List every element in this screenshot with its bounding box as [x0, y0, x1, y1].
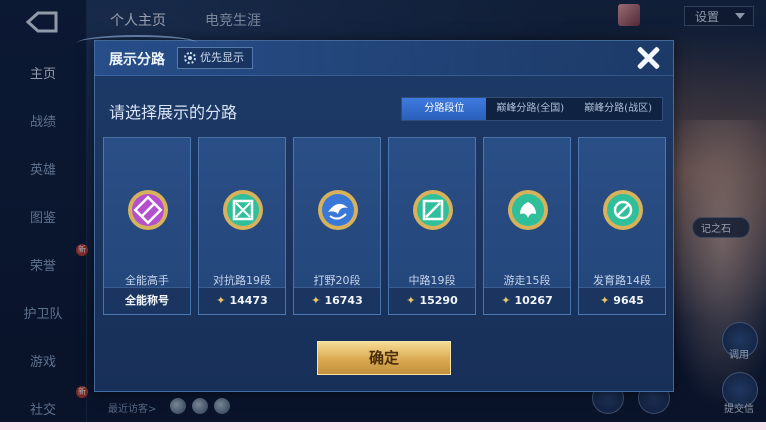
lane-card-mid[interactable]: 中路19段 ✦ 15290: [388, 137, 476, 315]
priority-display-label: 优先显示: [200, 51, 244, 64]
lane-rank-label: 打野20段: [313, 274, 361, 287]
lane-value-text: 16743: [324, 294, 363, 307]
star-icon: ✦: [311, 294, 321, 307]
lane-value: 全能称号: [104, 287, 190, 314]
star-icon: ✦: [216, 294, 226, 307]
lane-value: ✦ 10267: [484, 287, 570, 314]
jungle-emblem-icon: [318, 190, 358, 230]
lane-rank-label: 发育路14段: [593, 274, 651, 287]
lane-rank-label: 全能高手: [125, 274, 169, 287]
modal-subtitle: 请选择展示的分路: [109, 103, 238, 122]
lane-rank-label: 对抗路19段: [213, 274, 271, 287]
roam-emblem-icon: [508, 190, 548, 230]
close-icon[interactable]: [635, 45, 661, 71]
lane-card-all-rounder[interactable]: 全能高手 全能称号: [103, 137, 191, 315]
confirm-button[interactable]: 确定: [317, 341, 451, 375]
modal-title: 展示分路: [109, 52, 165, 68]
lane-value: ✦ 9645: [579, 287, 665, 314]
farm-lane-emblem-icon: [603, 190, 643, 230]
gear-icon: [184, 52, 196, 64]
lane-value-text: 15290: [419, 294, 458, 307]
clash-lane-emblem-icon: [223, 190, 263, 230]
all-rounder-emblem-icon: [128, 190, 168, 230]
lane-value: ✦ 14473: [199, 287, 285, 314]
star-icon: ✦: [501, 294, 511, 307]
star-icon: ✦: [406, 294, 416, 307]
tab-peak-national[interactable]: 巅峰分路(全国): [486, 98, 574, 120]
lane-value-text: 10267: [514, 294, 553, 307]
tab-peak-region[interactable]: 巅峰分路(战区): [574, 98, 662, 120]
lane-value: ✦ 15290: [389, 287, 475, 314]
lane-card-roam[interactable]: 游走15段 ✦ 10267: [483, 137, 571, 315]
lane-value-text: 全能称号: [125, 294, 169, 307]
lane-value: ✦ 16743: [294, 287, 380, 314]
lane-card-clash[interactable]: 对抗路19段 ✦ 14473: [198, 137, 286, 315]
lane-rank-label: 中路19段: [408, 274, 456, 287]
priority-display-button[interactable]: 优先显示: [177, 47, 253, 69]
lane-card-jungle[interactable]: 打野20段 ✦ 16743: [293, 137, 381, 315]
lane-cards: 全能高手 全能称号 对抗路19段 ✦ 14473 打野20段 ✦ 16743 中…: [103, 137, 666, 319]
lane-value-text: 14473: [229, 294, 268, 307]
lane-tabs: 分路段位 巅峰分路(全国) 巅峰分路(战区): [401, 97, 663, 121]
lane-rank-label: 游走15段: [503, 274, 551, 287]
display-lane-modal: 展示分路 优先显示 请选择展示的分路 分路段位 巅峰分路(全国) 巅峰分路(战区…: [77, 35, 674, 392]
tab-lane-rank[interactable]: 分路段位: [402, 98, 487, 120]
bottom-strip: [0, 422, 766, 430]
modal-header: 展示分路 优先显示: [77, 35, 673, 76]
lane-value-text: 9645: [613, 294, 644, 307]
lane-card-farm[interactable]: 发育路14段 ✦ 9645: [578, 137, 666, 315]
star-icon: ✦: [600, 294, 610, 307]
mid-lane-emblem-icon: [413, 190, 453, 230]
